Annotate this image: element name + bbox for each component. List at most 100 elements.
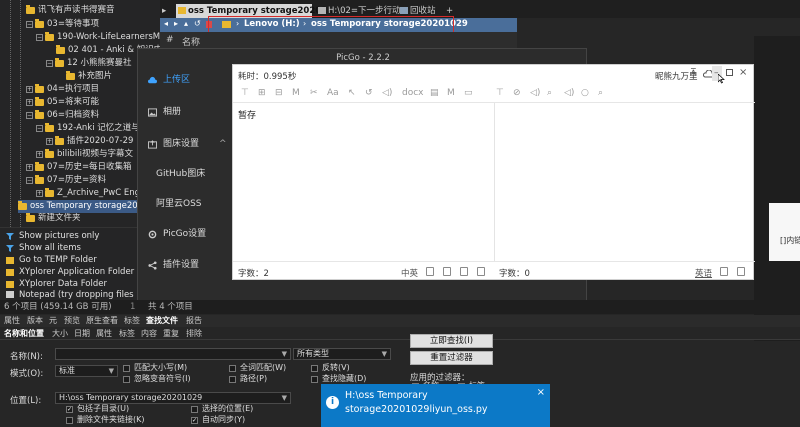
circle-tool-icon[interactable]: ○: [581, 88, 589, 98]
undo-icon[interactable]: ↺: [365, 88, 373, 98]
font-case-icon[interactable]: Aa: [327, 88, 339, 98]
speaker-icon[interactable]: ◁): [382, 88, 392, 98]
tree-item[interactable]: + 插件2020-07-29: [46, 135, 133, 148]
picgo-nav-settings[interactable]: PicGo设置: [148, 227, 206, 241]
tab-properties[interactable]: 属性: [4, 315, 20, 327]
picgo-nav-plugins[interactable]: 插件设置: [148, 258, 199, 272]
auto-sync-checkbox[interactable]: ✓ 自动同步(Y): [191, 415, 245, 425]
tree-item[interactable]: − 06=归档资料: [26, 109, 99, 122]
catalog-item-show-pictures[interactable]: Show pictures only: [6, 230, 99, 242]
tab-attributes[interactable]: 属性: [96, 327, 112, 340]
collapse-toggle[interactable]: −: [36, 125, 43, 132]
tab-content[interactable]: 内容: [141, 327, 157, 340]
column-number[interactable]: #: [166, 35, 174, 45]
tree-item[interactable]: − 03=等待事项: [26, 18, 99, 31]
expand-toggle[interactable]: +: [26, 164, 33, 171]
tree-item[interactable]: 新建文件夹: [26, 213, 81, 223]
match-case-checkbox[interactable]: 匹配大小写(M): [123, 363, 187, 373]
document-icon[interactable]: ▤: [430, 88, 439, 98]
expand-toggle[interactable]: +: [26, 86, 33, 93]
scissors-icon[interactable]: ✂: [310, 88, 318, 98]
chevron-down-icon[interactable]: ▼: [282, 349, 287, 359]
collapse-toggle[interactable]: −: [26, 177, 33, 184]
up-icon[interactable]: ▴: [184, 19, 188, 28]
checkbox-box[interactable]: [229, 375, 236, 383]
tab-date[interactable]: 日期: [74, 327, 90, 340]
checkbox-box[interactable]: ✓: [191, 416, 198, 424]
tab-report[interactable]: 报告: [186, 315, 202, 327]
tree-item[interactable]: +05=将来可能: [26, 96, 99, 109]
selected-locations-checkbox[interactable]: 选择的位置(E): [191, 404, 253, 414]
picgo-nav-album[interactable]: 相册: [148, 105, 181, 119]
location-input[interactable]: H:\oss Temporary storage20201029 ▼: [55, 392, 291, 404]
file-type-select[interactable]: 所有类型 ▼: [293, 348, 391, 360]
invert-checkbox[interactable]: 反转(V): [311, 363, 350, 373]
tree-item[interactable]: −12 小熊熊赛曼社（完: [46, 57, 149, 70]
collapse-toggle[interactable]: −: [36, 34, 43, 41]
tab-exclude[interactable]: 排除: [186, 327, 202, 340]
copy-icon[interactable]: [426, 267, 434, 276]
whole-word-checkbox[interactable]: 全词匹配(W): [229, 363, 286, 373]
tab-raw-view[interactable]: 原生查看: [86, 315, 118, 327]
expand-toggle[interactable]: +: [36, 190, 43, 197]
tab-find-files[interactable]: 查找文件: [146, 315, 178, 327]
expand-icon[interactable]: [737, 267, 745, 276]
picgo-nav-host-settings[interactable]: 图床设置 ^: [148, 137, 227, 151]
text-tool-icon[interactable]: ⊤: [241, 88, 249, 98]
picgo-nav-github[interactable]: GitHub图床: [156, 167, 205, 181]
tab-preview[interactable]: 预览: [64, 315, 80, 327]
delete-icon[interactable]: [443, 267, 451, 276]
speaker-icon[interactable]: ◁): [564, 88, 574, 98]
forward-icon[interactable]: ▸: [174, 19, 178, 28]
docx-export-button[interactable]: docx: [402, 88, 424, 98]
reset-filter-button[interactable]: 重置过滤器: [410, 351, 493, 365]
text-tool-icon[interactable]: ⊤: [496, 88, 504, 98]
picgo-nav-aliyun[interactable]: 阿里云OSS: [156, 197, 202, 211]
expand-toggle[interactable]: +: [26, 99, 33, 106]
close-icon[interactable]: ×: [739, 67, 747, 78]
expand-toggle[interactable]: +: [36, 151, 43, 158]
collapse-toggle[interactable]: −: [46, 60, 53, 67]
chevron-down-icon[interactable]: ▼: [382, 349, 387, 359]
path-checkbox[interactable]: 路径(P): [229, 374, 267, 384]
find-hidden-checkbox[interactable]: 查找隐藏(D): [311, 374, 366, 384]
catalog-item-show-all[interactable]: Show all items: [6, 242, 81, 254]
speaker-icon[interactable]: ◁): [530, 88, 540, 98]
checkbox-box[interactable]: [123, 364, 130, 372]
checkbox-box[interactable]: [123, 375, 130, 383]
search-icon[interactable]: ⌕: [598, 88, 603, 98]
close-icon[interactable]: ×: [537, 387, 545, 398]
collapse-toggle[interactable]: −: [26, 112, 33, 119]
checkbox-box[interactable]: [311, 364, 318, 372]
source-text-pane[interactable]: 暂存: [233, 103, 495, 261]
tab-scroll-left[interactable]: ▸: [162, 4, 170, 18]
catalog-item-data-folder[interactable]: XYplorer Data Folder: [6, 278, 107, 290]
search-now-button[interactable]: 立即查找(I): [410, 334, 493, 348]
checkbox-box[interactable]: [66, 416, 73, 424]
column-name[interactable]: 名称: [182, 35, 200, 48]
tab-tags[interactable]: 标签: [119, 327, 135, 340]
table-tool-icon[interactable]: ⊟: [275, 88, 283, 98]
back-icon[interactable]: ◂: [164, 19, 168, 28]
pin-icon[interactable]: ⊼: [690, 68, 697, 78]
tab-tags[interactable]: 标签: [124, 315, 140, 327]
picgo-nav-upload[interactable]: 上传区: [148, 73, 190, 87]
markdown-icon[interactable]: M: [447, 88, 455, 98]
copy-icon[interactable]: [720, 267, 728, 276]
tab-size[interactable]: 大小: [52, 327, 68, 340]
box-tool-icon[interactable]: ▭: [464, 88, 473, 98]
tab-version[interactable]: 版本: [27, 315, 43, 327]
cursor-tool-icon[interactable]: ↖: [348, 88, 356, 98]
markdown-icon[interactable]: M: [292, 88, 300, 98]
tab-duplicates[interactable]: 重复: [163, 327, 179, 340]
catalog-item-temp-folder[interactable]: Go to TEMP Folder: [6, 254, 97, 266]
grid-tool-icon[interactable]: ⊞: [258, 88, 266, 98]
collapse-toggle[interactable]: −: [26, 21, 33, 28]
copy-icon[interactable]: [460, 267, 468, 276]
tree-item[interactable]: +04=执行项目: [26, 83, 99, 96]
tree-item[interactable]: + bilibili视频与字幕文: [36, 148, 133, 161]
name-input[interactable]: ▼: [55, 348, 291, 360]
checkbox-box[interactable]: [191, 405, 198, 413]
tree-item[interactable]: 补充图片: [66, 70, 112, 83]
tree-item[interactable]: − 07=历史=资料: [26, 174, 106, 187]
